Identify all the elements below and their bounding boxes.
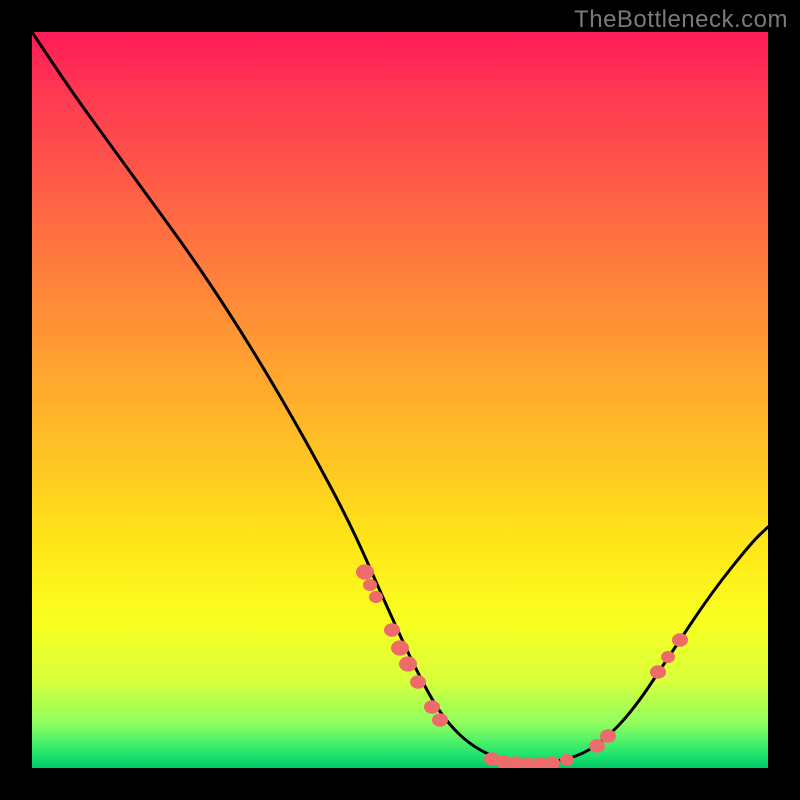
chart-frame: TheBottleneck.com <box>0 0 800 800</box>
data-marker <box>363 579 377 591</box>
data-marker <box>369 591 383 603</box>
data-marker <box>589 739 605 753</box>
data-marker <box>424 700 440 714</box>
data-marker <box>356 564 374 579</box>
data-marker <box>410 675 426 689</box>
data-marker <box>560 754 574 766</box>
data-marker <box>544 756 560 768</box>
data-marker <box>600 729 616 743</box>
data-marker <box>391 640 409 655</box>
data-marker <box>399 656 417 671</box>
data-marker <box>650 665 666 679</box>
data-marker <box>384 623 400 637</box>
curve-layer <box>32 32 768 768</box>
data-marker <box>432 713 448 727</box>
watermark-text: TheBottleneck.com <box>574 6 788 34</box>
data-marker <box>672 633 688 647</box>
data-marker <box>661 651 675 663</box>
plot-area <box>32 32 768 768</box>
markers-group <box>356 564 688 768</box>
